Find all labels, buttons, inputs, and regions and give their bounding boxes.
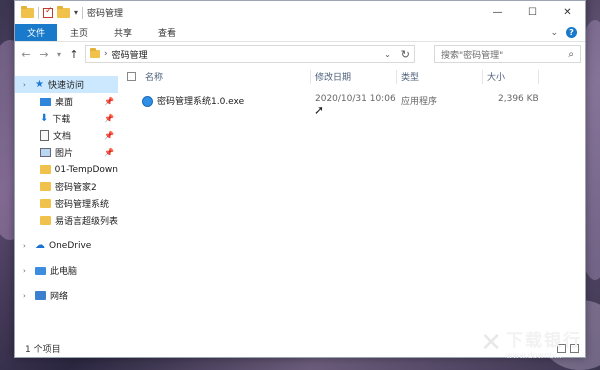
- file-modified: 2020/10/31 10:06: [315, 94, 396, 104]
- expand-ribbon-icon[interactable]: ⌄: [550, 28, 558, 38]
- forward-icon[interactable]: →: [37, 48, 51, 61]
- sidebar-item-label: 网络: [50, 292, 69, 302]
- sidebar-item-label: 桌面: [55, 98, 74, 108]
- chevron-down-icon[interactable]: ⌄: [384, 50, 391, 59]
- star-icon: ★: [35, 79, 44, 90]
- computer-icon: [35, 266, 46, 275]
- sidebar-item-downloads[interactable]: ⬇ 下载 📌: [15, 110, 118, 127]
- pin-icon: 📌: [104, 97, 114, 106]
- search-icon[interactable]: ⌕: [568, 49, 574, 60]
- picture-icon: [40, 148, 51, 157]
- sidebar-item-this-pc[interactable]: › 此电脑: [15, 262, 118, 279]
- folder-icon: [40, 216, 51, 225]
- search-placeholder: 搜索"密码管理": [441, 50, 504, 61]
- file-explorer-window: ▾ 密码管理 — ☐ ✕ 文件 主页 共享 查看 ⌄ ? ← → ▾ ↑ › 密…: [14, 0, 586, 358]
- tab-share[interactable]: 共享: [101, 24, 145, 41]
- network-icon: [35, 291, 46, 300]
- sidebar-item-label: 密码管理系统: [55, 200, 110, 210]
- customize-toolbar-icon[interactable]: ▾: [74, 8, 78, 17]
- close-button[interactable]: ✕: [550, 1, 585, 24]
- sidebar-item-label: 密码管家2: [55, 183, 97, 193]
- table-row[interactable]: 密码管理系统1.0.exe 2020/10/31 10:06 应用程序 2,39…: [118, 91, 585, 109]
- search-input[interactable]: 搜索"密码管理" ⌕: [434, 45, 581, 63]
- expand-caret-icon[interactable]: ›: [23, 81, 26, 89]
- sidebar-item-label: 图片: [55, 149, 74, 159]
- back-icon[interactable]: ←: [19, 48, 33, 61]
- recent-locations-icon[interactable]: ▾: [55, 50, 63, 59]
- expand-caret-icon[interactable]: ›: [23, 292, 26, 300]
- sidebar-item-01-tempdown[interactable]: 01-TempDown: [15, 161, 118, 178]
- title-bar: ▾ 密码管理 — ☐ ✕: [15, 1, 585, 24]
- sidebar-item-network[interactable]: › 网络: [15, 287, 118, 304]
- expand-caret-icon[interactable]: ›: [23, 267, 26, 275]
- properties-icon[interactable]: [43, 6, 53, 18]
- file-list: 名称 修改日期 类型 大小 密码管理系统1.0.exe 2020/10/31 1…: [118, 68, 585, 340]
- sidebar-item-documents[interactable]: 文档 📌: [15, 127, 118, 144]
- navigation-pane: › ★ 快速访问 桌面 📌 ⬇ 下载 📌 文档 📌 图片 📌 01-TempDo…: [15, 68, 118, 340]
- watermark-text: 下载银行: [506, 331, 582, 351]
- column-header-type[interactable]: 类型: [401, 70, 419, 83]
- window-title: 密码管理: [87, 9, 124, 19]
- select-all-checkbox[interactable]: [127, 72, 136, 81]
- tab-file[interactable]: 文件: [15, 24, 58, 41]
- file-size: 2,396 KB: [498, 94, 539, 104]
- sidebar-item-label: 文档: [53, 132, 72, 142]
- application-icon: [142, 96, 153, 107]
- ribbon-tabs: 文件 主页 共享 查看 ⌄ ?: [15, 24, 585, 42]
- document-icon: [40, 130, 49, 141]
- download-icon: ⬇: [40, 113, 49, 124]
- sidebar-item-quick-access[interactable]: › ★ 快速访问: [15, 76, 118, 93]
- quick-access-toolbar: ▾: [15, 5, 84, 19]
- maximize-button[interactable]: ☐: [515, 1, 550, 24]
- folder-icon: [40, 165, 51, 174]
- sidebar-item-label: 此电脑: [50, 267, 78, 277]
- folder-icon: [90, 48, 100, 58]
- tab-view[interactable]: 查看: [145, 24, 189, 41]
- sidebar-item-super-list[interactable]: 易语言超级列表: [15, 212, 118, 229]
- new-folder-icon[interactable]: [57, 5, 70, 18]
- watermark: ✕ 下载银行 www.downb...: [480, 326, 582, 360]
- file-name[interactable]: 密码管理系统1.0.exe: [157, 97, 244, 107]
- pin-icon: 📌: [104, 131, 114, 140]
- sidebar-item-label: 下载: [52, 115, 71, 125]
- expand-caret-icon[interactable]: ›: [23, 242, 26, 250]
- cloud-icon: ☁: [35, 240, 45, 251]
- sidebar-item-label: 易语言超级列表: [54, 217, 118, 227]
- folder-icon: [40, 199, 51, 208]
- address-row: ← → ▾ ↑ › 密码管理 ⌄ ↻ 搜索"密码管理" ⌕: [15, 42, 585, 66]
- column-header-size[interactable]: 大小: [487, 70, 505, 83]
- mouse-cursor-icon: ➚: [314, 103, 325, 117]
- folder-icon: [21, 5, 34, 18]
- file-type: 应用程序: [401, 97, 438, 107]
- desktop-icon: [40, 97, 51, 106]
- main-area: › ★ 快速访问 桌面 📌 ⬇ 下载 📌 文档 📌 图片 📌 01-TempDo…: [15, 68, 585, 340]
- column-header-row: 名称 修改日期 类型 大小: [118, 68, 585, 85]
- item-count: 1 个项目: [25, 345, 61, 355]
- up-icon[interactable]: ↑: [67, 48, 81, 61]
- folder-icon: [40, 182, 51, 191]
- address-path[interactable]: 密码管理: [112, 48, 148, 61]
- watermark-url: www.downb...: [506, 351, 562, 360]
- pin-icon: 📌: [104, 114, 114, 123]
- tab-home[interactable]: 主页: [57, 24, 101, 41]
- sidebar-item-desktop[interactable]: 桌面 📌: [15, 93, 118, 110]
- pin-icon: 📌: [104, 148, 114, 157]
- sidebar-item-onedrive[interactable]: › ☁ OneDrive: [15, 237, 118, 254]
- watermark-logo-icon: ✕: [480, 328, 502, 358]
- sidebar-item-password-keeper-2[interactable]: 密码管家2: [15, 178, 118, 195]
- minimize-button[interactable]: —: [480, 1, 515, 24]
- column-header-name[interactable]: 名称: [145, 70, 163, 83]
- sidebar-item-pictures[interactable]: 图片 📌: [15, 144, 118, 161]
- sidebar-item-label: OneDrive: [49, 240, 92, 251]
- refresh-icon[interactable]: ↻: [401, 48, 410, 61]
- sidebar-item-label: 01-TempDown: [54, 164, 118, 175]
- sidebar-item-label: 快速访问: [47, 81, 84, 91]
- help-icon[interactable]: ?: [566, 27, 577, 38]
- sidebar-item-password-system[interactable]: 密码管理系统: [15, 195, 118, 212]
- chevron-right-icon[interactable]: ›: [104, 49, 108, 59]
- column-header-modified[interactable]: 修改日期: [315, 70, 351, 83]
- address-bar[interactable]: › 密码管理 ⌄ ↻: [85, 45, 415, 63]
